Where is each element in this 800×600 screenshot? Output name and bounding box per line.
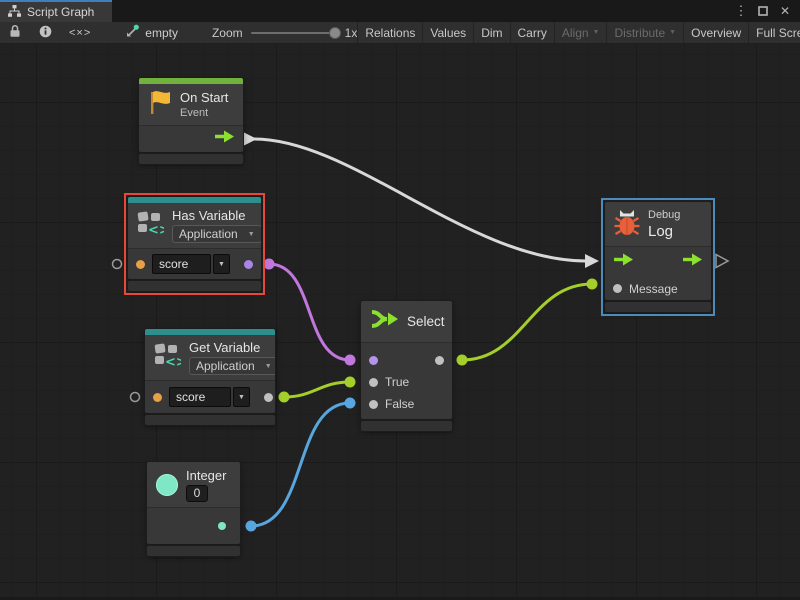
dim-button[interactable]: Dim: [473, 22, 509, 43]
tab-bar-empty-area: [112, 0, 732, 22]
wire-onstart-to-log: [254, 139, 586, 261]
variables-icon: <>: [154, 342, 181, 373]
node-on-start[interactable]: On Start Event: [139, 78, 243, 164]
unconnected-port-hasvariable-name: [113, 260, 122, 269]
relations-button[interactable]: Relations: [357, 22, 422, 43]
window-close-icon[interactable]: ✕: [776, 2, 794, 20]
value-input-port-name[interactable]: [136, 260, 145, 269]
graph-pointer-status: empty: [125, 22, 178, 43]
node-footer: [145, 415, 275, 425]
code-preview-button[interactable]: <×>: [61, 22, 99, 43]
chevron-down-icon: ▼: [265, 363, 272, 370]
zoom-slider-handle[interactable]: [329, 27, 341, 39]
flag-icon: [148, 88, 172, 121]
node-title: Get Variable: [189, 340, 275, 355]
pointer-label: empty: [145, 26, 178, 40]
variables-icon: <>: [137, 210, 164, 241]
node-title: Select: [407, 314, 445, 329]
full-screen-button[interactable]: Full Screen: [748, 22, 800, 43]
value-input-port-condition[interactable]: [369, 356, 378, 365]
node-title: On Start: [180, 90, 228, 105]
tab-script-graph[interactable]: Script Graph: [0, 0, 112, 22]
zoom-value: 1x: [345, 26, 358, 40]
node-title: Has Variable: [172, 208, 261, 223]
chevron-down-icon: ▼: [669, 29, 676, 36]
chevron-down-icon: ▼: [248, 231, 255, 238]
integer-value-field[interactable]: 0: [186, 485, 208, 502]
graph-canvas[interactable]: On Start Event: [0, 44, 800, 600]
control-in-arrow-log: [585, 254, 599, 268]
control-output-port[interactable]: [214, 130, 235, 148]
svg-text:<>: <>: [148, 223, 164, 236]
wire-getvariable-to-select-true: [284, 382, 350, 397]
info-icon: [39, 25, 52, 41]
node-debug-log[interactable]: Debug Log: [605, 202, 711, 312]
window-menu-icon[interactable]: ⋮: [732, 2, 750, 20]
lock-icon: [9, 24, 21, 41]
port-label-true: True: [385, 375, 409, 389]
node-footer: [128, 281, 261, 291]
port-label-false: False: [385, 397, 414, 411]
wire-hasvariable-to-select: [269, 264, 350, 360]
align-dropdown-button[interactable]: Align▼: [554, 22, 607, 43]
unconnected-port-getvariable-name: [131, 393, 140, 402]
node-select[interactable]: Select True False: [361, 301, 452, 431]
control-output-port[interactable]: [682, 253, 703, 271]
toolbar-right-buttons: Relations Values Dim Carry Align▼ Distri…: [357, 22, 800, 43]
value-input-port-name[interactable]: [153, 393, 162, 402]
zoom-label: Zoom: [212, 26, 243, 40]
control-input-port[interactable]: [613, 253, 634, 271]
values-button[interactable]: Values: [422, 22, 473, 43]
value-input-port-true[interactable]: [369, 378, 378, 387]
node-title: Integer: [186, 468, 226, 483]
integer-literal-icon: [156, 474, 178, 496]
variable-name-dropdown[interactable]: score ▼: [169, 387, 250, 407]
overview-button[interactable]: Overview: [683, 22, 748, 43]
value-output-port-bool[interactable]: [244, 260, 253, 269]
tab-label: Script Graph: [27, 5, 94, 19]
node-footer: [605, 302, 711, 312]
node-footer: [361, 421, 452, 431]
wire-select-to-log-message: [462, 284, 592, 360]
value-input-port-false[interactable]: [369, 400, 378, 409]
variable-scope-dropdown[interactable]: Application▼: [189, 357, 275, 375]
chevron-down-icon: ▼: [593, 29, 600, 36]
carry-button[interactable]: Carry: [510, 22, 554, 43]
value-output-port-int[interactable]: [218, 522, 226, 530]
port-label-message: Message: [629, 282, 678, 296]
script-graph-window: Script Graph ⋮ ✕: [0, 0, 800, 600]
window-maximize-icon[interactable]: [754, 2, 772, 20]
svg-text:<>: <>: [165, 355, 181, 368]
node-subtitle: Event: [180, 107, 228, 119]
node-integer[interactable]: Integer 0: [147, 462, 240, 556]
unconnected-control-out-log: [716, 255, 728, 268]
node-footer: [139, 154, 243, 164]
graph-toolbar: <×> empty Zoom 1x Relations Values Dim C: [0, 22, 800, 44]
inspect-button[interactable]: [30, 22, 61, 43]
node-footer: [147, 546, 240, 556]
chevron-down-icon: ▼: [238, 394, 245, 401]
chevron-down-icon: ▼: [218, 261, 225, 268]
node-has-variable[interactable]: <> Has Variable Application▼ scor: [128, 197, 261, 291]
value-output-port[interactable]: [264, 393, 273, 402]
variable-scope-dropdown[interactable]: Application▼: [172, 225, 261, 243]
variable-name-dropdown[interactable]: score ▼: [152, 254, 230, 274]
node-title: Log: [648, 223, 680, 240]
node-get-variable[interactable]: <> Get Variable Application▼ scor: [145, 329, 275, 425]
value-output-port[interactable]: [435, 356, 444, 365]
bug-icon: [614, 207, 640, 242]
tab-bar: Script Graph ⋮ ✕: [0, 0, 800, 22]
select-merge-icon: [370, 308, 399, 335]
graph-hierarchy-icon: [8, 5, 21, 20]
control-out-arrow-onstart: [243, 132, 257, 146]
zoom-control: Zoom 1x: [212, 22, 357, 43]
distribute-dropdown-button[interactable]: Distribute▼: [606, 22, 683, 43]
lock-button[interactable]: [0, 22, 30, 43]
node-category: Debug: [648, 209, 680, 221]
value-input-port-message[interactable]: [613, 284, 622, 293]
zoom-slider[interactable]: [251, 32, 337, 34]
unit-pointer-icon: [125, 24, 140, 41]
